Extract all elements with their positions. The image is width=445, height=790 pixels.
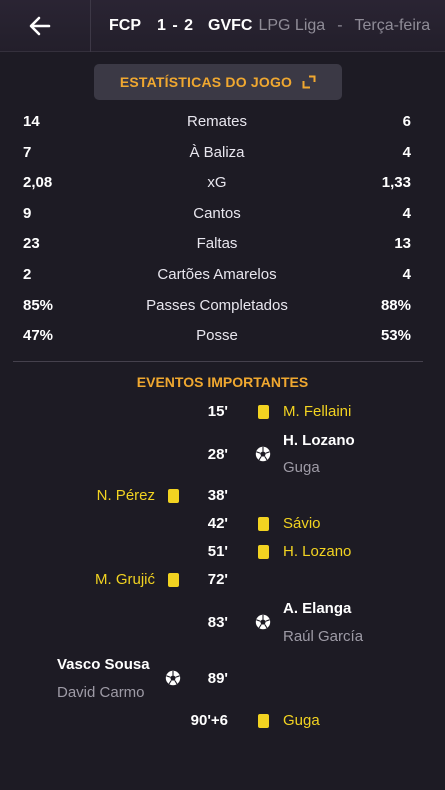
stat-label: Cantos (193, 205, 241, 222)
stat-row-on-target: 7 À Baliza 4 (23, 144, 411, 166)
score-line: FCP 1 - 2 GVFC LPG Liga - Terça-feira (109, 17, 430, 35)
home-team: FCP (109, 17, 141, 34)
stat-row-corners: 9 Cantos 4 (23, 205, 411, 227)
stat-label: À Baliza (189, 144, 245, 161)
stat-label: Posse (196, 327, 238, 344)
yellow-card-icon (258, 714, 269, 728)
stat-label: Cartões Amarelos (157, 266, 277, 283)
event-minute: 28' (207, 446, 228, 463)
event-player[interactable]: Guga (283, 712, 320, 729)
stat-row-fouls: 23 Faltas 13 (23, 235, 411, 257)
stat-label: Passes Completados (146, 297, 288, 314)
event-assist[interactable]: David Carmo (57, 684, 145, 701)
stat-row-yellow-cards: 2 Cartões Amarelos 4 (23, 266, 411, 288)
football-icon (255, 446, 271, 462)
away-team: GVFC (208, 17, 253, 34)
event-minute: 89' (207, 670, 228, 687)
stat-away-value: 4 (402, 205, 411, 222)
stat-row-xg: 2,08 xG 1,33 (23, 174, 411, 196)
competition-name[interactable]: LPG Liga (258, 17, 325, 35)
stat-row-passes: 85% Passes Completados 88% (23, 297, 411, 319)
stat-away-value: 6 (402, 113, 411, 130)
event-assist[interactable]: Guga (283, 459, 320, 476)
stat-away-value: 1,33 (381, 174, 411, 191)
event-player[interactable]: M. Fellaini (283, 403, 351, 420)
football-icon (255, 614, 271, 630)
stat-away-value: 13 (394, 235, 411, 252)
match-day: Terça-feira (354, 17, 431, 34)
stat-label: xG (207, 174, 227, 191)
back-button[interactable] (20, 8, 60, 44)
stat-row-possession: 47% Posse 53% (23, 327, 411, 349)
event-player[interactable]: N. Pérez (97, 487, 155, 504)
yellow-card-icon (258, 405, 269, 419)
stat-row-shots: 14 Remates 6 (23, 113, 411, 135)
event-player[interactable]: Vasco Sousa (57, 656, 150, 673)
event-minute: 15' (207, 403, 228, 420)
stat-away-value: 88% (380, 297, 411, 314)
events-title: EVENTOS IMPORTANTES (136, 374, 309, 390)
event-minute: 51' (207, 543, 228, 560)
event-player[interactable]: A. Elanga (283, 600, 351, 617)
stat-label: Faltas (196, 235, 238, 252)
event-player[interactable]: Sávio (283, 515, 321, 532)
match-stats-button[interactable]: ESTATÍSTICAS DO JOGO (94, 64, 342, 100)
event-player[interactable]: H. Lozano (283, 432, 355, 449)
stat-away-value: 53% (380, 327, 411, 344)
yellow-card-icon (258, 545, 269, 559)
stat-away-value: 4 (402, 144, 411, 161)
match-stats-title: ESTATÍSTICAS DO JOGO (119, 74, 293, 90)
stat-label: Remates (186, 113, 248, 130)
arrow-left-icon (29, 16, 51, 36)
event-assist[interactable]: Raúl García (283, 628, 363, 645)
header-separator: - (337, 17, 343, 34)
event-minute: 38' (207, 487, 228, 504)
match-score: 1 - 2 (157, 17, 195, 34)
event-minute: 72' (207, 571, 228, 588)
expand-icon (302, 75, 316, 89)
event-player[interactable]: H. Lozano (283, 543, 351, 560)
header-divider (90, 0, 91, 52)
section-divider (13, 361, 423, 362)
stat-away-value: 4 (402, 266, 411, 283)
match-header: FCP 1 - 2 GVFC LPG Liga - Terça-feira (0, 0, 445, 52)
event-player[interactable]: M. Grujić (95, 571, 155, 588)
event-minute: 42' (207, 515, 228, 532)
event-minute: 83' (207, 614, 228, 631)
yellow-card-icon (258, 517, 269, 531)
event-minute: 90'+6 (190, 712, 228, 729)
